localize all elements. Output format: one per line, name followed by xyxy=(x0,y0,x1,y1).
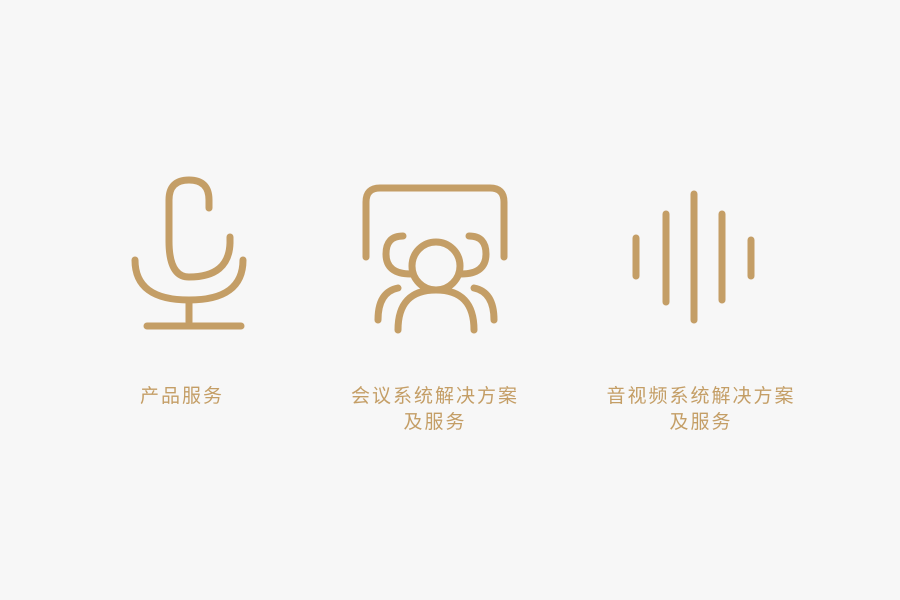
service-label-line: 及服务 xyxy=(403,411,467,433)
service-label: 音视频系统解决方案 及服务 xyxy=(581,383,821,435)
microphone-icon xyxy=(97,170,267,340)
service-av-solution[interactable]: 音视频系统解决方案 及服务 xyxy=(581,170,821,450)
service-label-line: 及服务 xyxy=(669,411,733,433)
service-label: 会议系统解决方案 及服务 xyxy=(315,383,555,435)
service-label-line: 产品服务 xyxy=(139,385,224,407)
service-product[interactable]: 产品服务 xyxy=(62,170,302,450)
sound-wave-icon xyxy=(616,170,786,340)
service-label: 产品服务 xyxy=(62,383,302,409)
meeting-group-icon xyxy=(350,170,520,340)
service-label-line: 会议系统解决方案 xyxy=(350,385,519,407)
service-conference-solution[interactable]: 会议系统解决方案 及服务 xyxy=(315,170,555,450)
service-label-line: 音视频系统解决方案 xyxy=(606,385,796,407)
